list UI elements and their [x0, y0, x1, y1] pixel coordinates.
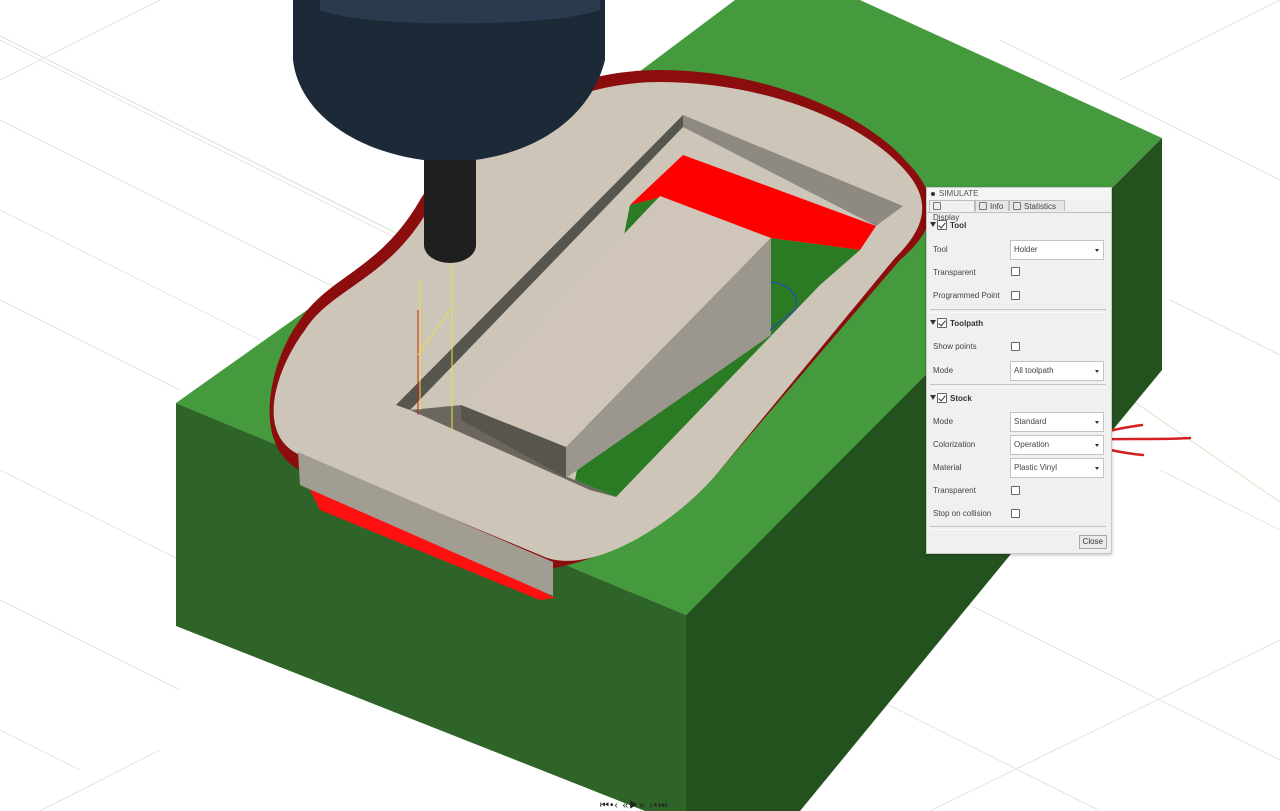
colorization-label: Colorization — [933, 440, 976, 449]
chevron-down-icon — [1095, 421, 1099, 424]
material-value: Plastic Vinyl — [1014, 463, 1057, 472]
play-icon[interactable]: ▶ — [629, 800, 639, 811]
simulate-panel: SIMULATE Display Info Statistics Tool To… — [926, 187, 1112, 554]
chevron-down-icon — [1095, 249, 1099, 252]
toolpath-mode-value: All toolpath — [1014, 366, 1054, 375]
stock-mode-label: Mode — [933, 417, 954, 426]
tool-select[interactable]: Holder — [1010, 240, 1104, 260]
show-points-checkbox[interactable] — [1011, 342, 1020, 351]
show-points-label: Show points — [933, 342, 977, 351]
toolpath-section-header[interactable]: Toolpath — [930, 317, 983, 331]
axis-line-green-right — [1109, 384, 1280, 503]
panel-pin-icon[interactable] — [931, 191, 935, 196]
tool-section-header[interactable]: Tool — [930, 219, 966, 233]
toolpath-section-checkbox[interactable] — [937, 318, 947, 328]
material-label: Material — [933, 463, 962, 472]
programmed-point-checkbox[interactable] — [1011, 291, 1020, 300]
tool-transparent-label: Transparent — [933, 268, 976, 277]
step-forward-icon[interactable]: » — [639, 800, 646, 811]
tool-transparent-checkbox[interactable] — [1011, 267, 1020, 276]
panel-tabs: Display Info Statistics — [927, 200, 1111, 222]
panel-title-bar[interactable]: SIMULATE — [927, 188, 1111, 200]
toolpath-section-title: Toolpath — [950, 319, 984, 328]
tool-select-value: Holder — [1014, 245, 1038, 254]
collapse-triangle-icon[interactable] — [930, 395, 936, 400]
toolpath-mode-select[interactable]: All toolpath — [1010, 361, 1104, 381]
stock-transparent-label: Transparent — [933, 486, 976, 495]
stock-mode-select[interactable]: Standard — [1010, 412, 1104, 432]
chevron-down-icon — [1095, 370, 1099, 373]
section-divider — [930, 384, 1106, 388]
panel-title: SIMULATE — [939, 189, 979, 198]
tab-info-label: Info — [990, 202, 1004, 211]
stop-on-collision-checkbox[interactable] — [1011, 509, 1020, 518]
tab-display[interactable]: Display — [929, 200, 975, 222]
stock-mode-value: Standard — [1014, 417, 1047, 426]
section-divider — [930, 526, 1106, 530]
skip-end-icon[interactable]: ⏭ — [658, 800, 668, 811]
chevron-down-icon — [1095, 467, 1099, 470]
tool-section-title: Tool — [950, 221, 967, 230]
colorization-select[interactable]: Operation — [1010, 435, 1104, 455]
prev-keyframe-icon[interactable]: •‹ — [610, 800, 619, 811]
tool-label: Tool — [933, 245, 948, 254]
close-button[interactable]: Close — [1078, 535, 1107, 549]
toolpath-mode-label: Mode — [933, 366, 954, 375]
collapse-triangle-icon[interactable] — [930, 222, 936, 227]
chevron-down-icon — [1095, 444, 1099, 447]
programmed-point-label: Programmed Point — [933, 291, 1000, 300]
material-select[interactable]: Plastic Vinyl — [1010, 458, 1104, 478]
stock-section-checkbox[interactable] — [937, 393, 947, 403]
playback-controls: ⏮•‹ «▶» ›•⏭ — [600, 800, 730, 811]
stock-section-header[interactable]: Stock — [930, 392, 972, 406]
tab-statistics[interactable]: Statistics — [1009, 200, 1065, 211]
display-icon — [933, 202, 941, 210]
colorization-value: Operation — [1014, 440, 1050, 449]
stop-on-collision-label: Stop on collision — [933, 509, 992, 518]
section-divider — [930, 309, 1106, 313]
info-icon — [979, 202, 987, 210]
collapse-triangle-icon[interactable] — [930, 320, 936, 325]
skip-start-icon[interactable]: ⏮ — [600, 800, 610, 811]
tool-section-checkbox[interactable] — [937, 220, 947, 230]
stock-transparent-checkbox[interactable] — [1011, 486, 1020, 495]
tab-info[interactable]: Info — [975, 200, 1009, 211]
stock-section-title: Stock — [950, 394, 972, 403]
statistics-icon — [1013, 202, 1021, 210]
next-keyframe-icon[interactable]: ›• — [649, 800, 658, 811]
tab-statistics-label: Statistics — [1024, 202, 1057, 211]
